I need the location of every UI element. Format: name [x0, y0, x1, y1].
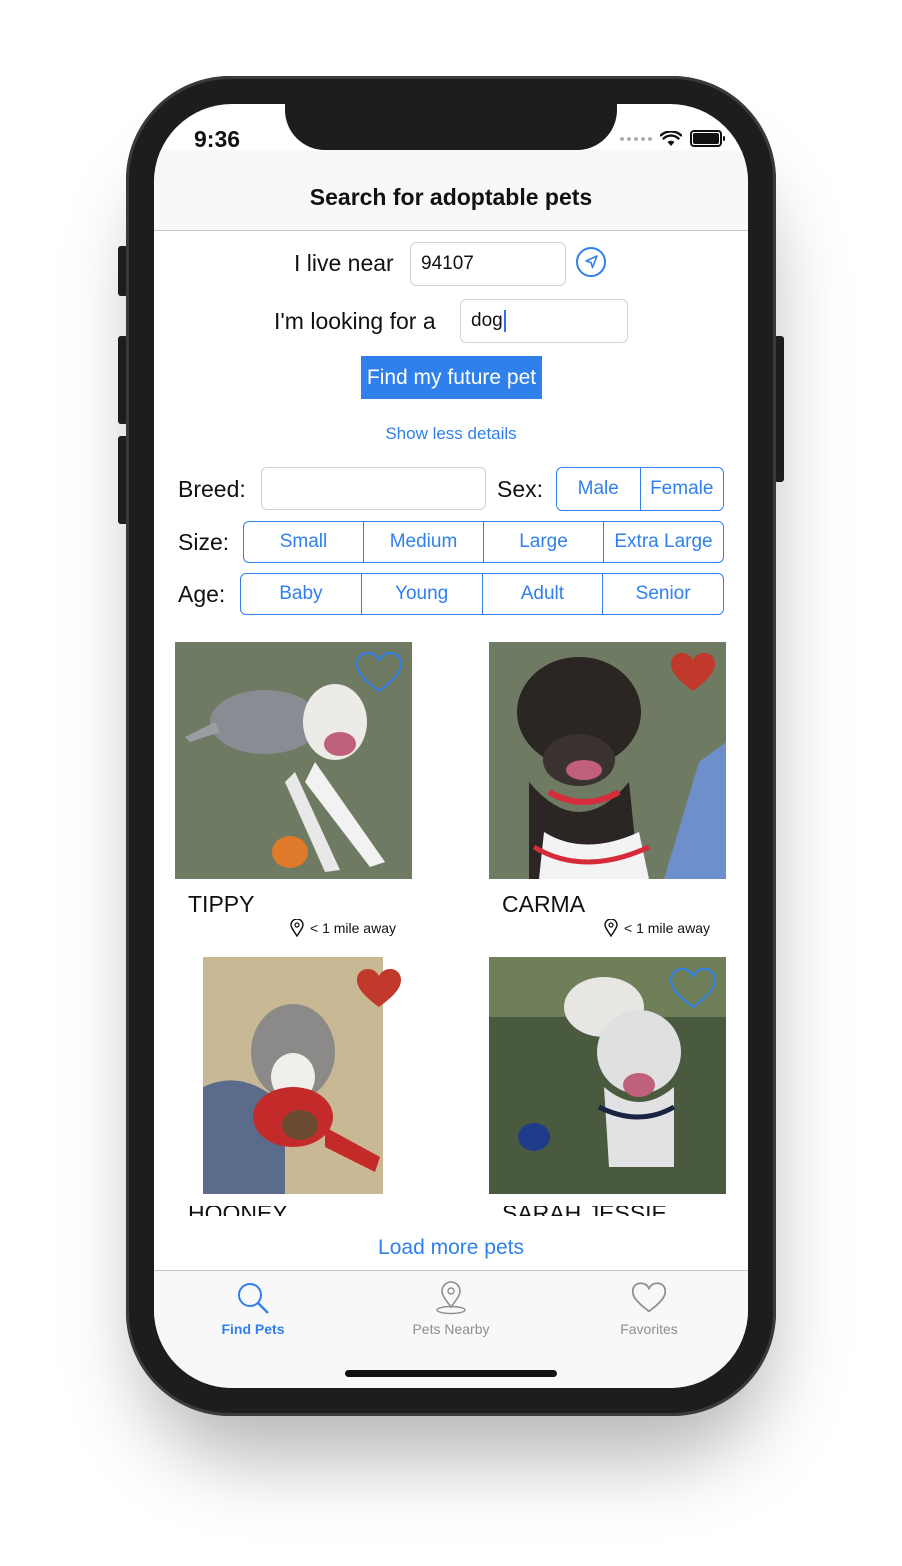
size-option-small[interactable]: Small: [244, 522, 363, 562]
app-screen: 9:36 Search for adoptable pets I live ne…: [154, 104, 748, 1388]
pet-name: SARAH JESSIE: [502, 1206, 667, 1216]
pet-distance-text: < 1 mile away: [310, 920, 396, 936]
sex-segmented-control: Male Female: [556, 467, 724, 511]
size-option-medium[interactable]: Medium: [363, 522, 483, 562]
sex-option-male[interactable]: Male: [557, 468, 640, 510]
tab-label: Pets Nearby: [412, 1321, 490, 1337]
tab-label: Favorites: [620, 1321, 678, 1337]
tab-favorites[interactable]: Favorites: [550, 1281, 748, 1337]
age-option-baby[interactable]: Baby: [241, 574, 361, 614]
home-indicator: [345, 1370, 557, 1377]
magnifier-icon: [238, 1283, 269, 1314]
animal-type-value: dog: [471, 310, 503, 331]
favorite-outline-heart-icon[interactable]: [355, 651, 403, 699]
status-icons: [620, 130, 725, 147]
age-label: Age:: [178, 581, 226, 607]
map-pin-icon: [604, 919, 618, 937]
map-pin-icon: [290, 919, 304, 937]
zip-code-input[interactable]: 94107: [410, 242, 566, 286]
breed-label: Breed:: [178, 476, 246, 502]
pet-name: CARMA: [502, 891, 586, 917]
favorite-filled-heart-icon[interactable]: [356, 968, 402, 1015]
pet-name: TIPPY: [188, 891, 255, 917]
age-option-young[interactable]: Young: [360, 574, 482, 614]
navigation-bar: Search for adoptable pets: [154, 150, 748, 231]
notch: [285, 104, 617, 150]
sex-label: Sex:: [497, 476, 544, 502]
status-time: 9:36: [194, 126, 241, 152]
find-pet-button[interactable]: Find my future pet: [361, 356, 542, 399]
pet-distance-text: < 1 mile away: [624, 920, 710, 936]
size-label: Size:: [178, 529, 230, 555]
age-segmented-control: Baby Young Adult Senior: [240, 573, 724, 615]
animal-label: I'm looking for a: [274, 308, 436, 334]
pet-distance: < 1 mile away: [604, 919, 710, 937]
size-option-large[interactable]: Large: [483, 522, 603, 562]
load-more-button[interactable]: Load more pets: [154, 1236, 748, 1260]
pet-name: HOONEY: [188, 1206, 288, 1216]
age-option-adult[interactable]: Adult: [481, 574, 603, 614]
tab-find-pets[interactable]: Find Pets: [154, 1281, 352, 1337]
age-option-senior[interactable]: Senior: [602, 574, 723, 614]
favorite-filled-heart-icon[interactable]: [670, 652, 716, 699]
sex-option-female[interactable]: Female: [639, 468, 724, 510]
location-label: I live near: [294, 250, 394, 276]
text-cursor: [503, 309, 506, 332]
animal-type-input[interactable]: dog: [460, 299, 628, 343]
tab-label: Find Pets: [221, 1321, 285, 1337]
cellular-signal-icon: [620, 136, 652, 141]
tab-pets-nearby[interactable]: Pets Nearby: [352, 1281, 550, 1337]
wifi-icon: [660, 130, 682, 146]
heart-icon: [632, 1282, 666, 1313]
favorite-outline-heart-icon[interactable]: [669, 967, 717, 1015]
size-option-extra-large[interactable]: Extra Large: [603, 522, 723, 562]
battery-icon: [690, 130, 725, 147]
size-segmented-control: Small Medium Large Extra Large: [243, 521, 724, 563]
breed-input[interactable]: [261, 467, 486, 510]
pet-distance: < 1 mile away: [290, 919, 396, 937]
map-pin-icon: [436, 1281, 466, 1315]
page-title: Search for adoptable pets: [309, 184, 593, 210]
location-arrow-icon[interactable]: [576, 247, 606, 277]
clipped-pet-names: HOONEY SARAH JESSIE: [154, 1206, 748, 1216]
toggle-details-link[interactable]: Show less details: [154, 424, 748, 444]
